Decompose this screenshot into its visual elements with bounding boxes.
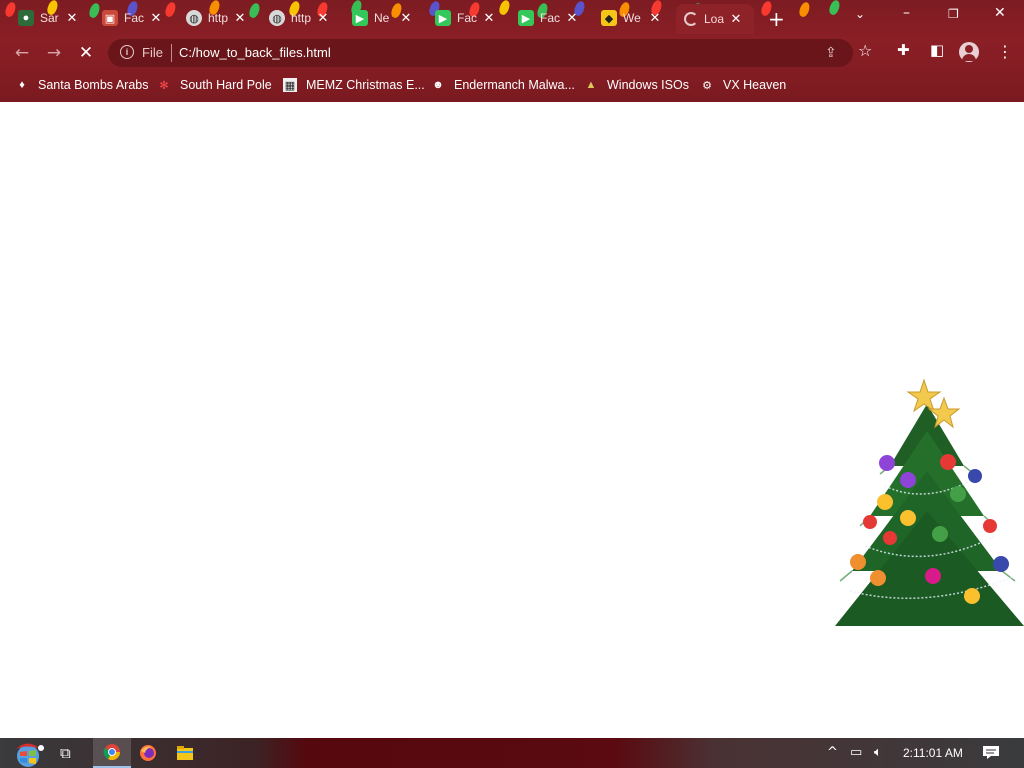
restore-button[interactable]: ❐ xyxy=(948,7,959,21)
forward-button[interactable]: → xyxy=(42,41,66,65)
tab-active[interactable]: Loa ✕ xyxy=(676,4,754,34)
facetime-icon: ▶ xyxy=(435,10,451,26)
url-text[interactable]: C:/how_to_back_files.html xyxy=(179,45,331,60)
profile-avatar[interactable] xyxy=(959,42,979,62)
vx-icon: ⚙ xyxy=(702,79,712,92)
facetime-icon: ▶ xyxy=(352,10,368,26)
santa-icon: ♦ xyxy=(19,79,25,91)
bookmark-item[interactable]: ▲ Windows ISOs xyxy=(584,75,689,95)
tab-search-chevron-icon[interactable]: ⌄ xyxy=(855,7,865,21)
tab-title: http xyxy=(291,11,311,25)
close-icon[interactable]: ✕ xyxy=(483,11,495,26)
loading-icon xyxy=(684,12,698,26)
bookmark-item[interactable]: ✻ South Hard Pole xyxy=(157,75,271,95)
santa-globe-icon: ● xyxy=(18,10,34,26)
task-view-icon[interactable]: ⧉ xyxy=(60,744,71,762)
bookmark-item[interactable]: ♦ Santa Bombs Arabs xyxy=(15,75,148,95)
tab[interactable]: ▣ Fac ✕ xyxy=(102,4,162,32)
close-icon[interactable]: ✕ xyxy=(234,11,246,26)
bookmark-item[interactable]: ⚙ VX Heaven xyxy=(700,75,786,95)
taskbar: ⧉ ^ ▭ 🔈︎ 2:11:01 AM xyxy=(0,738,1024,768)
facetime-icon: ▶ xyxy=(518,10,534,26)
tab[interactable]: ● Sar ✕ xyxy=(18,4,78,32)
close-icon[interactable]: ✕ xyxy=(150,11,162,26)
close-icon[interactable]: ✕ xyxy=(566,11,578,26)
address-bar[interactable]: i File C:/how_to_back_files.html ⇪ xyxy=(108,39,853,67)
bookmark-item[interactable]: ▦ MEMZ Christmas E... xyxy=(283,75,425,95)
side-panel-icon[interactable]: ◧ xyxy=(930,41,944,59)
browser-chrome: ● Sar ✕ ▣ Fac ✕ ◍ http ✕ ◍ http ✕ ▶ Ne ✕… xyxy=(0,0,1024,102)
tab[interactable]: ◆ We ✕ xyxy=(601,4,661,32)
close-icon[interactable]: ✕ xyxy=(730,12,742,27)
tab[interactable]: ◍ http ✕ xyxy=(186,4,246,32)
tab-title: We xyxy=(623,11,641,25)
tab[interactable]: ▶ Fac ✕ xyxy=(518,4,578,32)
notifications-icon[interactable] xyxy=(982,745,1000,760)
close-icon[interactable]: ✕ xyxy=(66,11,78,26)
tab-title: http xyxy=(208,11,228,25)
web-icon: ◆ xyxy=(601,10,617,26)
tab-title: Fac xyxy=(457,11,477,25)
tab-strip: ● Sar ✕ ▣ Fac ✕ ◍ http ✕ ◍ http ✕ ▶ Ne ✕… xyxy=(0,0,1024,34)
file-explorer-icon xyxy=(177,746,193,760)
light-bulb-icon xyxy=(797,0,812,19)
tree-icon: ▲ xyxy=(585,79,597,91)
divider xyxy=(171,44,172,62)
url-scheme: File xyxy=(142,45,163,60)
tab[interactable]: ◍ http ✕ xyxy=(269,4,329,32)
back-button[interactable]: ← xyxy=(10,41,34,65)
new-tab-button[interactable]: + xyxy=(768,7,785,31)
clock[interactable]: 2:11:01 AM xyxy=(903,746,963,760)
tab-title: Ne xyxy=(374,11,390,25)
taskbar-file-explorer[interactable] xyxy=(166,738,204,768)
network-icon[interactable]: ▭ xyxy=(850,745,862,760)
memz-icon: ▦ xyxy=(283,78,297,92)
tab-title: Loa xyxy=(704,12,724,26)
light-bulb-icon xyxy=(497,0,512,17)
close-icon[interactable]: ✕ xyxy=(400,11,412,26)
close-icon[interactable]: ✕ xyxy=(317,11,329,26)
taskbar-chrome[interactable] xyxy=(93,738,131,768)
light-bulb-icon xyxy=(247,1,262,20)
light-bulb-icon xyxy=(827,0,842,17)
tab-title: Fac xyxy=(540,11,560,25)
bookmark-item[interactable]: ☻ Endermanch Malwa... xyxy=(431,75,575,95)
tab[interactable]: ▶ Ne ✕ xyxy=(352,4,412,32)
light-bulb-icon xyxy=(163,0,178,19)
volume-icon[interactable]: 🔈︎ xyxy=(874,745,882,760)
share-icon[interactable]: ⇪ xyxy=(825,45,837,61)
globe-icon: ◍ xyxy=(269,10,285,26)
start-button[interactable] xyxy=(10,740,46,768)
raccoon-icon: ☻ xyxy=(432,79,444,91)
tab-title: Fac xyxy=(124,11,144,25)
taskbar-firefox[interactable] xyxy=(129,738,167,768)
firefox-icon xyxy=(140,745,156,761)
info-icon[interactable]: i xyxy=(120,45,134,59)
minimize-button[interactable]: – xyxy=(903,5,910,21)
chrome-icon xyxy=(103,744,121,761)
extensions-puzzle-icon[interactable]: ✚ xyxy=(897,41,910,59)
stop-loading-button[interactable]: ✕ xyxy=(74,41,98,65)
gift-icon: ▣ xyxy=(102,10,118,26)
show-hidden-icons-chevron-icon[interactable]: ^ xyxy=(827,745,838,760)
bookmarks-bar: ♦ Santa Bombs Arabs ✻ South Hard Pole ▦ … xyxy=(0,72,1024,96)
light-bulb-icon xyxy=(87,1,102,20)
snowflake-icon: ✻ xyxy=(159,79,169,92)
close-window-button[interactable]: ✕ xyxy=(994,5,1006,21)
kebab-menu-icon[interactable]: ⋮ xyxy=(997,42,1013,61)
bookmark-star-icon[interactable]: ☆ xyxy=(858,41,872,60)
christmas-tree-image xyxy=(835,378,1024,626)
close-icon[interactable]: ✕ xyxy=(649,11,661,26)
light-bulb-icon xyxy=(3,0,18,19)
tab-title: Sar xyxy=(40,11,59,25)
globe-icon: ◍ xyxy=(186,10,202,26)
tab[interactable]: ▶ Fac ✕ xyxy=(435,4,495,32)
